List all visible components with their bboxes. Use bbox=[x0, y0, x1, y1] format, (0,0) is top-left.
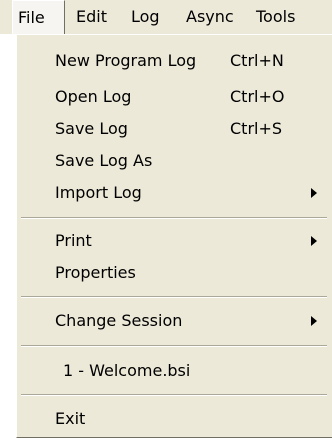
menu-separator bbox=[21, 394, 327, 396]
menu-bar: File Edit Log Async Tools bbox=[0, 0, 332, 34]
menu-tools[interactable]: Tools bbox=[256, 0, 295, 34]
shortcut-label: Ctrl+O bbox=[230, 87, 285, 106]
submenu-arrow-icon bbox=[311, 316, 317, 326]
menu-item-label: Save Log As bbox=[55, 151, 153, 170]
menu-item-recent-welcome[interactable]: 1 - Welcome.bsi bbox=[17, 357, 332, 387]
menu-item-import-log[interactable]: Import Log bbox=[17, 179, 332, 209]
menu-item-print[interactable]: Print bbox=[17, 227, 332, 257]
menu-file[interactable]: File bbox=[12, 0, 65, 34]
menu-separator bbox=[21, 345, 327, 347]
menu-item-save-log-as[interactable]: Save Log As bbox=[17, 147, 332, 177]
menu-async[interactable]: Async bbox=[186, 0, 234, 34]
menu-item-label: Exit bbox=[55, 409, 86, 428]
menu-item-save-log[interactable]: Save Log Ctrl+S bbox=[17, 115, 332, 145]
menu-item-label: Open Log bbox=[55, 87, 132, 106]
menu-item-label: Print bbox=[55, 231, 92, 250]
submenu-arrow-icon bbox=[311, 236, 317, 246]
menu-item-label: Import Log bbox=[55, 183, 142, 202]
menu-edit[interactable]: Edit bbox=[76, 0, 107, 34]
menu-separator bbox=[21, 217, 327, 219]
menu-item-exit[interactable]: Exit bbox=[17, 405, 332, 435]
menu-item-label: 1 - Welcome.bsi bbox=[63, 361, 191, 380]
menu-item-label: New Program Log bbox=[55, 51, 197, 70]
menu-separator bbox=[21, 296, 327, 298]
menu-item-change-session[interactable]: Change Session bbox=[17, 307, 332, 337]
menu-item-new-program-log[interactable]: New Program Log Ctrl+N bbox=[17, 47, 332, 77]
submenu-arrow-icon bbox=[311, 188, 317, 198]
shortcut-label: Ctrl+N bbox=[230, 51, 284, 70]
file-menu-dropdown: New Program Log Ctrl+N Open Log Ctrl+O S… bbox=[16, 34, 332, 438]
menu-log[interactable]: Log bbox=[131, 0, 160, 34]
menu-item-label: Properties bbox=[55, 263, 136, 282]
menu-item-properties[interactable]: Properties bbox=[17, 259, 332, 289]
shortcut-label: Ctrl+S bbox=[230, 119, 283, 138]
menu-item-label: Change Session bbox=[55, 311, 183, 330]
menu-item-label: Save Log bbox=[55, 119, 128, 138]
menu-item-open-log[interactable]: Open Log Ctrl+O bbox=[17, 83, 332, 113]
